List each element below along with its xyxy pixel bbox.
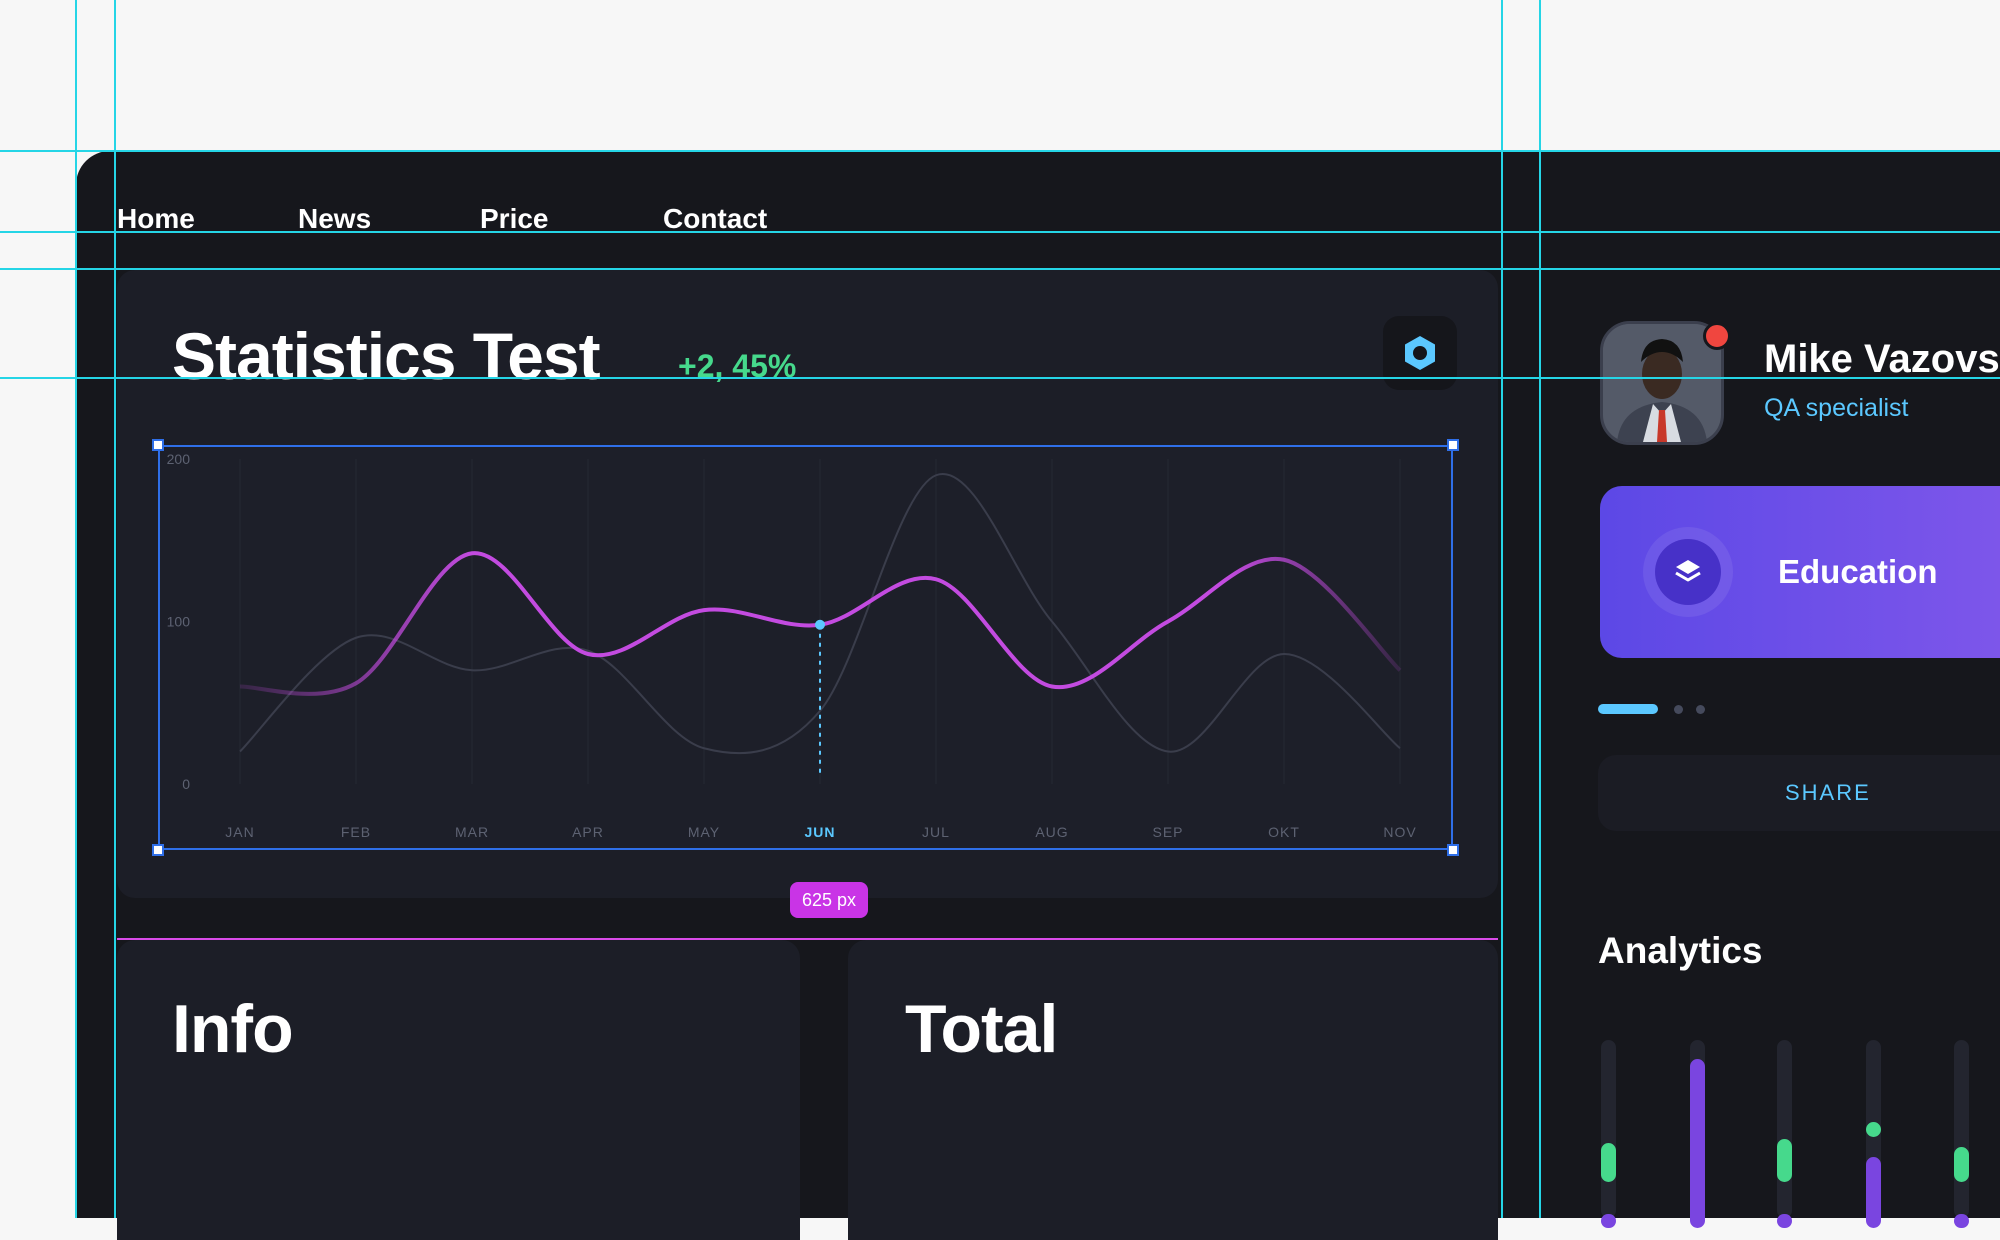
resize-handle-bottom-left[interactable] xyxy=(152,844,164,856)
statistics-line-chart: 200 100 0 JAN FEB MAR APR MAY JUN JUL AUG SEP OKT NOV xyxy=(160,447,1451,848)
analytics-bar-purple xyxy=(1954,1214,1969,1228)
layout-guide xyxy=(0,377,2000,379)
notification-dot xyxy=(1703,322,1731,350)
layers-icon-glyph xyxy=(1675,560,1701,582)
statistics-delta: +2, 45% xyxy=(678,348,797,384)
layout-guide xyxy=(0,231,2000,233)
resize-handle-top-left[interactable] xyxy=(152,439,164,451)
layout-guide xyxy=(0,150,2000,152)
analytics-bar-green xyxy=(1866,1122,1881,1137)
total-title: Total xyxy=(905,991,1058,1067)
chart-x-tick-label: JUN xyxy=(804,824,835,840)
user-name: Mike Vazovs xyxy=(1764,337,2000,381)
total-card xyxy=(848,940,1498,1240)
layout-guide xyxy=(0,268,2000,270)
hexagon-settings-icon xyxy=(1405,336,1435,370)
chart-plot-area xyxy=(160,447,1451,848)
analytics-bar-green xyxy=(1601,1143,1616,1182)
chart-x-tick-label: JAN xyxy=(225,824,254,840)
analytics-bar-track xyxy=(1777,1040,1792,1228)
analytics-bar-purple xyxy=(1777,1214,1792,1228)
analytics-bar-purple xyxy=(1866,1157,1881,1228)
resize-handle-bottom-right[interactable] xyxy=(1447,844,1459,856)
layout-guide xyxy=(1539,0,1541,1218)
chart-x-tick-label: AUG xyxy=(1035,824,1068,840)
chart-y-tick-label: 100 xyxy=(167,614,191,630)
chart-x-tick-label: JUL xyxy=(922,824,950,840)
analytics-title: Analytics xyxy=(1598,930,1763,971)
user-role: QA specialist xyxy=(1764,394,1909,422)
resize-handle-top-right[interactable] xyxy=(1447,439,1459,451)
analytics-bar-track xyxy=(1866,1040,1881,1228)
chart-x-tick-label: APR xyxy=(572,824,604,840)
chart-x-tick-label: SEP xyxy=(1152,824,1183,840)
layout-guide xyxy=(75,0,77,1218)
analytics-bar-purple xyxy=(1601,1214,1616,1228)
layout-guide xyxy=(114,0,116,1218)
layers-icon xyxy=(1655,539,1721,605)
info-title: Info xyxy=(172,991,294,1067)
carousel-dot[interactable] xyxy=(1696,705,1705,714)
chart-x-tick-label: MAY xyxy=(688,824,720,840)
statistics-title: Statistics Test xyxy=(172,319,601,393)
measurement-badge: 625 px xyxy=(790,882,868,918)
chart-x-tick-label: FEB xyxy=(341,824,371,840)
layout-guide xyxy=(1501,0,1503,1218)
carousel-dot[interactable] xyxy=(1674,705,1683,714)
chart-hover-point xyxy=(815,619,825,630)
info-card xyxy=(117,940,800,1240)
chart-x-tick-label: NOV xyxy=(1383,824,1416,840)
carousel-dot-active[interactable] xyxy=(1598,704,1658,714)
analytics-bar-purple xyxy=(1690,1059,1705,1228)
chart-y-tick-label: 200 xyxy=(167,451,191,467)
analytics-bar-track xyxy=(1601,1040,1616,1228)
education-label: Education xyxy=(1778,553,1938,590)
chart-y-tick-label: 0 xyxy=(182,776,190,792)
analytics-bar-track xyxy=(1954,1040,1969,1228)
analytics-bar-green xyxy=(1777,1139,1792,1182)
share-button[interactable]: SHARE xyxy=(1598,755,2000,831)
chart-x-tick-label: OKT xyxy=(1268,824,1300,840)
chart-x-tick-label: MAR xyxy=(455,824,489,840)
analytics-bar-green xyxy=(1954,1147,1969,1182)
analytics-bar-track xyxy=(1690,1040,1705,1228)
